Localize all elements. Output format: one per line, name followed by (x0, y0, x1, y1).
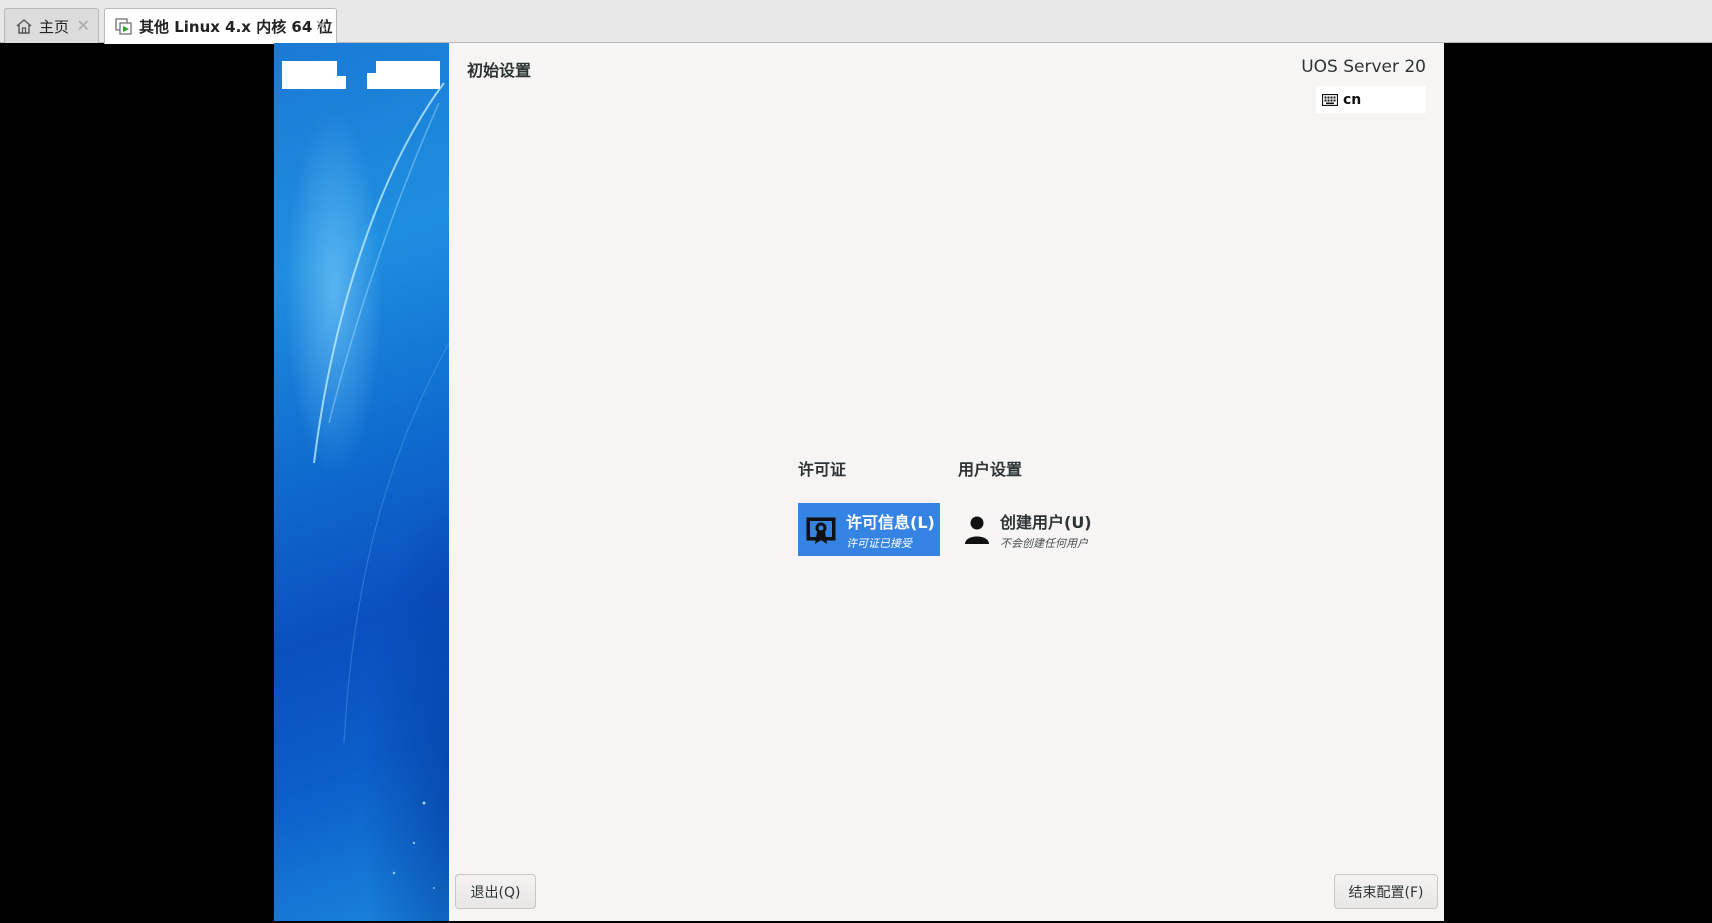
spoke-create-user-title: 创建用户(U) (1000, 512, 1092, 532)
logo-mark-right (376, 61, 440, 89)
logo-mark-right-notch (367, 73, 379, 89)
finish-configuration-button[interactable]: 结束配置(F) (1334, 874, 1438, 909)
vm-tab-bar: 主页 ✕ 其他 Linux 4.x 内核 64 位 ✕ (0, 0, 1712, 44)
section-title-license: 许可证 (798, 460, 847, 479)
tab-vm[interactable]: 其他 Linux 4.x 内核 64 位 ✕ (104, 8, 337, 44)
close-icon[interactable]: ✕ (315, 16, 328, 35)
tab-vm-label: 其他 Linux 4.x 内核 64 位 (139, 18, 333, 36)
spoke-create-user[interactable]: 创建用户(U) 不会创建任何用户 (958, 503, 1108, 556)
license-certificate-icon (802, 511, 840, 549)
spoke-license-info[interactable]: 许可信息(L) 许可证已接受 (798, 503, 940, 556)
spoke-create-user-status: 不会创建任何用户 (1000, 536, 1088, 550)
keyboard-icon (1322, 93, 1338, 106)
spoke-license-status: 许可证已接受 (846, 536, 912, 550)
tab-home[interactable]: 主页 ✕ (4, 8, 99, 43)
logo-mark-left-tab (282, 76, 346, 89)
user-icon (958, 511, 996, 549)
tab-home-label: 主页 (39, 17, 70, 36)
home-icon (14, 16, 34, 36)
spoke-license-title: 许可信息(L) (846, 512, 935, 532)
quit-button[interactable]: 退出(Q) (455, 874, 536, 909)
keyboard-layout-indicator[interactable]: cn (1316, 86, 1426, 113)
banner-swoosh-graphic (313, 82, 449, 889)
vm-running-icon (114, 17, 134, 37)
close-icon[interactable]: ✕ (77, 16, 90, 35)
page-title: 初始设置 (467, 61, 532, 80)
section-title-user-settings: 用户设置 (958, 460, 1023, 479)
keyboard-layout-label: cn (1343, 91, 1362, 108)
initial-setup-hub: 初始设置 UOS Server 20 cn 许可证 许可信息(L) 许可证已接受 (449, 43, 1444, 921)
installer-side-banner (274, 43, 449, 921)
product-name: UOS Server 20 (1301, 57, 1426, 77)
